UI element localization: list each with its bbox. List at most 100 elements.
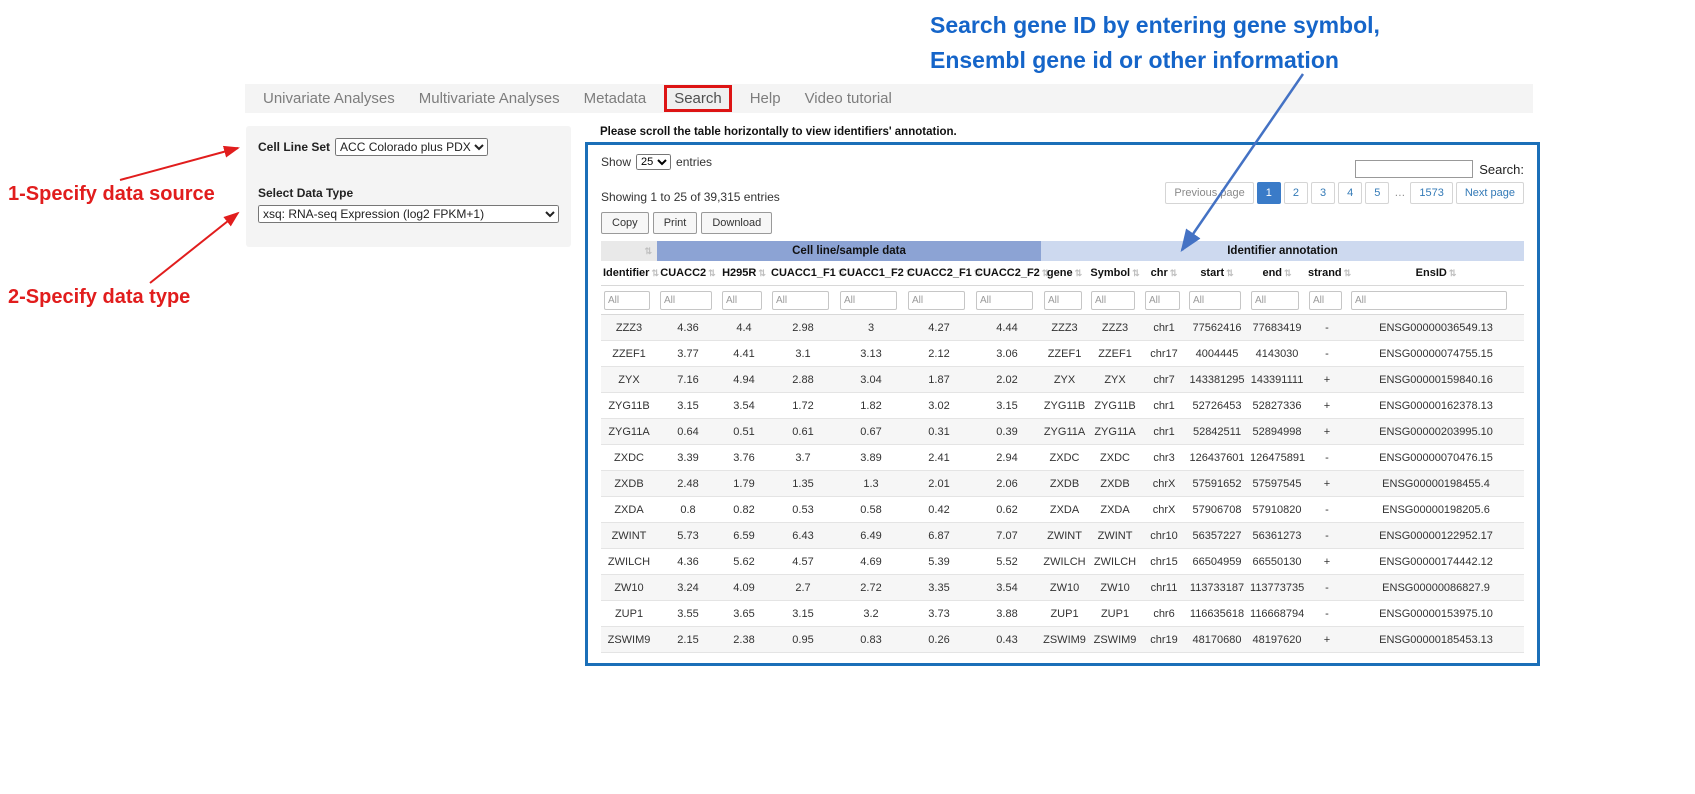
column-header-identifier[interactable]: Identifier⇅ xyxy=(601,261,657,286)
cell-cuacc2: 0.64 xyxy=(657,419,719,445)
blue-note-line2: Ensembl gene id or other information xyxy=(930,43,1520,78)
download-button[interactable]: Download xyxy=(701,212,772,234)
table-row[interactable]: ZSWIM92.152.380.950.830.260.43ZSWIM9ZSWI… xyxy=(601,627,1524,653)
table-row[interactable]: ZXDA0.80.820.530.580.420.62ZXDAZXDAchrX5… xyxy=(601,497,1524,523)
filter-input-cuacc2[interactable] xyxy=(660,291,712,310)
pagination-ellipsis[interactable]: … xyxy=(1392,183,1407,203)
cell-end: 113773735 xyxy=(1248,575,1306,601)
cell-cuacc1-f2: 1.3 xyxy=(837,471,905,497)
cell-cuacc2-f2: 2.02 xyxy=(973,367,1041,393)
page-4-button[interactable]: 4 xyxy=(1338,182,1362,204)
nav-item-multivariate-analyses[interactable]: Multivariate Analyses xyxy=(407,90,572,107)
filter-input-symbol[interactable] xyxy=(1091,291,1135,310)
next-page-button[interactable]: Next page xyxy=(1456,182,1524,204)
nav-bar: Univariate AnalysesMultivariate Analyses… xyxy=(245,84,1533,113)
cell-chr: chr3 xyxy=(1142,445,1186,471)
filter-input-chr[interactable] xyxy=(1145,291,1180,310)
cell-end: 66550130 xyxy=(1248,549,1306,575)
table-row[interactable]: ZXDB2.481.791.351.32.012.06ZXDBZXDBchrX5… xyxy=(601,471,1524,497)
filter-input-end[interactable] xyxy=(1251,291,1299,310)
table-row[interactable]: ZXDC3.393.763.73.892.412.94ZXDCZXDCchr31… xyxy=(601,445,1524,471)
search-label: Search: xyxy=(1479,162,1524,177)
previous-page-button[interactable]: Previous page xyxy=(1165,182,1253,204)
nav-item-help[interactable]: Help xyxy=(738,90,793,107)
cell-ensid: ENSG00000174442.12 xyxy=(1348,549,1524,575)
nav-item-search[interactable]: Search xyxy=(664,85,732,112)
column-header-symbol[interactable]: Symbol⇅ xyxy=(1088,261,1142,286)
nav-item-univariate-analyses[interactable]: Univariate Analyses xyxy=(251,90,407,107)
table-row[interactable]: ZUP13.553.653.153.23.733.88ZUP1ZUP1chr61… xyxy=(601,601,1524,627)
column-header-cuacc2[interactable]: CUACC2⇅ xyxy=(657,261,719,286)
filter-input-gene[interactable] xyxy=(1044,291,1082,310)
pagination: Previous page12345…1573Next page xyxy=(1165,182,1524,204)
filter-input-cuacc1-f2[interactable] xyxy=(840,291,897,310)
cell-cuacc2-f1: 2.12 xyxy=(905,341,973,367)
cell-cuacc1-f1: 2.7 xyxy=(769,575,837,601)
column-header-cuacc1-f1[interactable]: CUACC1_F1⇅ xyxy=(769,261,837,286)
table-row[interactable]: ZYG11B3.153.541.721.823.023.15ZYG11BZYG1… xyxy=(601,393,1524,419)
cell-strand: + xyxy=(1306,627,1348,653)
cell-start: 77562416 xyxy=(1186,315,1248,341)
column-header-h295r[interactable]: H295R⇅ xyxy=(719,261,769,286)
table-row[interactable]: ZZEF13.774.413.13.132.123.06ZZEF1ZZEF1ch… xyxy=(601,341,1524,367)
print-button[interactable]: Print xyxy=(653,212,698,234)
column-header-gene[interactable]: gene⇅ xyxy=(1041,261,1088,286)
identifier-sort-header[interactable]: ⇅ xyxy=(601,241,657,261)
column-header-ensid[interactable]: EnsID⇅ xyxy=(1348,261,1524,286)
cell-strand: - xyxy=(1306,315,1348,341)
nav-item-metadata[interactable]: Metadata xyxy=(572,90,659,107)
page-3-button[interactable]: 3 xyxy=(1311,182,1335,204)
cell-cuacc1-f2: 3 xyxy=(837,315,905,341)
page-5-button[interactable]: 5 xyxy=(1365,182,1389,204)
filter-input-start[interactable] xyxy=(1189,291,1241,310)
cell-gene: ZWINT xyxy=(1041,523,1088,549)
filter-input-cuacc2-f2[interactable] xyxy=(976,291,1033,310)
column-header-strand[interactable]: strand⇅ xyxy=(1306,261,1348,286)
cell-identifier: ZUP1 xyxy=(601,601,657,627)
page-1-button[interactable]: 1 xyxy=(1257,182,1281,204)
filter-input-identifier[interactable] xyxy=(604,291,650,310)
red-arrow-2 xyxy=(150,213,238,283)
cell-identifier: ZXDA xyxy=(601,497,657,523)
filter-input-h295r[interactable] xyxy=(722,291,762,310)
nav-item-video-tutorial[interactable]: Video tutorial xyxy=(793,90,904,107)
gene-data-table: ⇅Cell line/sample dataIdentifier annotat… xyxy=(601,241,1524,653)
column-header-end[interactable]: end⇅ xyxy=(1248,261,1306,286)
cell-line-set-select[interactable]: ACC Colorado plus PDX xyxy=(335,138,488,156)
table-row[interactable]: ZWILCH4.365.624.574.695.395.52ZWILCHZWIL… xyxy=(601,549,1524,575)
table-row[interactable]: ZYG11A0.640.510.610.670.310.39ZYG11AZYG1… xyxy=(601,419,1524,445)
cell-ensid: ENSG00000203995.10 xyxy=(1348,419,1524,445)
cell-cuacc2-f1: 1.87 xyxy=(905,367,973,393)
filter-input-cuacc2-f1[interactable] xyxy=(908,291,965,310)
cell-cuacc1-f1: 2.88 xyxy=(769,367,837,393)
page-length-select[interactable]: 25 xyxy=(636,154,671,170)
filter-input-cuacc1-f1[interactable] xyxy=(772,291,829,310)
cell-start: 52842511 xyxy=(1186,419,1248,445)
page-2-button[interactable]: 2 xyxy=(1284,182,1308,204)
cell-cuacc1-f1: 3.15 xyxy=(769,601,837,627)
data-type-select[interactable]: xsq: RNA-seq Expression (log2 FPKM+1) xyxy=(258,205,559,223)
cell-line-set-label: Cell Line Set xyxy=(258,140,330,154)
page-1573-button[interactable]: 1573 xyxy=(1410,182,1452,204)
table-row[interactable]: ZZZ34.364.42.9834.274.44ZZZ3ZZZ3chr17756… xyxy=(601,315,1524,341)
cell-gene: ZZZ3 xyxy=(1041,315,1088,341)
sort-icon: ⇅ xyxy=(1344,268,1352,278)
column-header-chr[interactable]: chr⇅ xyxy=(1142,261,1186,286)
copy-button[interactable]: Copy xyxy=(601,212,649,234)
filter-input-strand[interactable] xyxy=(1309,291,1342,310)
cell-gene: ZXDA xyxy=(1041,497,1088,523)
filter-input-ensid[interactable] xyxy=(1351,291,1507,310)
column-header-cuacc2-f1[interactable]: CUACC2_F1⇅ xyxy=(905,261,973,286)
cell-cuacc1-f1: 6.43 xyxy=(769,523,837,549)
table-row[interactable]: ZW103.244.092.72.723.353.54ZW10ZW10chr11… xyxy=(601,575,1524,601)
cell-cuacc2-f1: 0.42 xyxy=(905,497,973,523)
column-header-cuacc2-f2[interactable]: CUACC2_F2⇅ xyxy=(973,261,1041,286)
scroll-hint-text: Please scroll the table horizontally to … xyxy=(600,126,957,138)
table-search-input[interactable] xyxy=(1355,160,1473,178)
table-row[interactable]: ZYX7.164.942.883.041.872.02ZYXZYXchr7143… xyxy=(601,367,1524,393)
sort-icon: ⇅ xyxy=(651,268,659,278)
cell-cuacc2-f1: 4.27 xyxy=(905,315,973,341)
table-row[interactable]: ZWINT5.736.596.436.496.877.07ZWINTZWINTc… xyxy=(601,523,1524,549)
column-header-cuacc1-f2[interactable]: CUACC1_F2⇅ xyxy=(837,261,905,286)
column-header-start[interactable]: start⇅ xyxy=(1186,261,1248,286)
